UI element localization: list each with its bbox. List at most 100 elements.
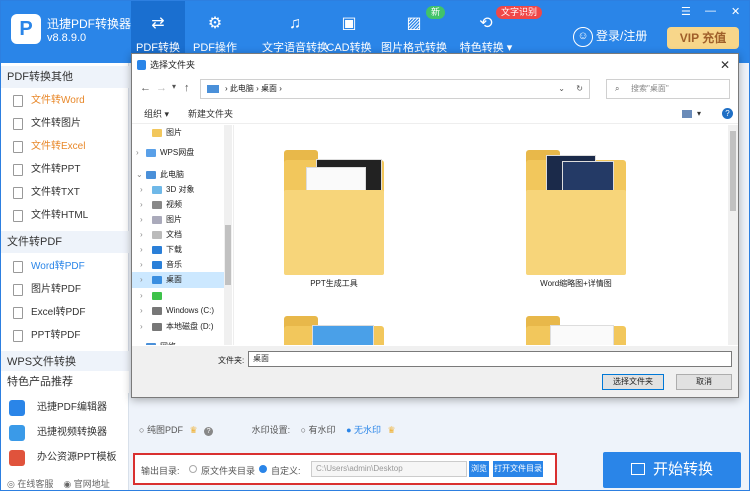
sidebar-item-excel-to-pdf[interactable]: Excel转PDF <box>1 302 129 324</box>
search-placeholder: 搜索"桌面" <box>631 84 669 93</box>
forward-arrow-icon[interactable]: → <box>156 82 167 94</box>
view-options-icon[interactable] <box>682 110 692 118</box>
vip-button[interactable]: VIP 充值 <box>667 27 739 49</box>
no-watermark-radio[interactable]: ● 无水印 <box>346 425 381 435</box>
expand-chevron-icon[interactable]: › <box>140 227 143 243</box>
select-folder-button[interactable]: 选择文件夹 <box>602 374 664 390</box>
collapse-chevron-icon[interactable]: ⌄ <box>136 167 143 183</box>
expand-chevron-icon[interactable]: › <box>140 303 143 319</box>
sidebar-item-file-to-txt[interactable]: 文件转TXT <box>1 182 129 204</box>
view-dropdown-icon[interactable]: ▾ <box>697 104 701 124</box>
app-window: P 迅捷PDF转换器 v8.8.9.0 ⇄ PDF转换 ⚙ PDF操作 ♫ 文字… <box>0 0 750 491</box>
cloud-icon <box>146 149 156 157</box>
address-dropdown-icon[interactable]: ⌄ <box>558 80 565 98</box>
address-bar[interactable]: › 此电脑 › 桌面 › ⌄ ↻ <box>200 79 590 99</box>
sidebar-item-file-to-word[interactable]: 文件转Word <box>1 90 129 112</box>
minimize-icon[interactable]: — <box>705 5 716 17</box>
refresh-icon[interactable]: ↻ <box>576 80 583 98</box>
tree-item-videos[interactable]: › 视频 <box>132 197 232 213</box>
special-convert-icon: ⟲ <box>479 15 493 32</box>
scrollbar-thumb[interactable] <box>225 225 231 285</box>
sidebar: PDF转换其他 文件转Word 文件转图片 文件转Excel 文件转PPT 文件… <box>1 63 129 490</box>
expand-chevron-icon[interactable]: › <box>140 182 143 198</box>
product-ppt-template[interactable]: 办公资源PPT模板 <box>1 447 129 469</box>
tree-item-drive-c[interactable]: › Windows (C:) <box>132 303 232 319</box>
audio-wave-icon: ♫ <box>289 15 301 32</box>
sidebar-item-file-to-image[interactable]: 文件转图片 <box>1 113 129 135</box>
search-input[interactable]: ⌕ 搜索"桌面" <box>606 79 730 99</box>
file-pane-scrollbar[interactable] <box>728 125 738 345</box>
tree-scrollbar[interactable] <box>224 125 232 345</box>
product-video-converter[interactable]: 迅捷视频转换器 <box>1 422 129 444</box>
help-icon[interactable]: ? <box>722 108 733 119</box>
expand-chevron-icon[interactable]: › <box>140 197 143 213</box>
tree-item-app[interactable]: › <box>132 288 232 304</box>
user-icon: ☺ <box>573 27 593 47</box>
tree-item-music[interactable]: › 音乐 <box>132 257 232 273</box>
expand-chevron-icon[interactable]: › <box>140 288 143 304</box>
tree-item-desktop[interactable]: › 桌面 <box>132 272 232 288</box>
expand-chevron-icon[interactable]: › <box>140 257 143 273</box>
tree-item-label: Windows (C:) <box>166 306 215 315</box>
expand-chevron-icon[interactable]: › <box>140 319 143 335</box>
pure-pdf-checkbox[interactable]: ○ 纯图PDF <box>139 425 183 435</box>
tree-item-network[interactable]: › 网络 <box>132 339 232 345</box>
tree-item-3d-objects[interactable]: › 3D 对象 <box>132 182 232 198</box>
document-icon <box>13 141 23 153</box>
expand-chevron-icon[interactable]: › <box>136 339 139 345</box>
folder-item[interactable] <box>526 311 626 345</box>
scrollbar-thumb[interactable] <box>730 131 736 211</box>
up-arrow-icon[interactable]: ↑ <box>184 82 190 94</box>
folder-name-input[interactable]: 桌面 <box>248 351 732 367</box>
expand-chevron-icon[interactable]: › <box>140 272 143 288</box>
customer-service-link[interactable]: ◎ 在线客服 <box>7 479 53 489</box>
close-icon[interactable]: ✕ <box>731 5 740 18</box>
folder-word-thumbnails[interactable]: Ps <box>526 145 626 275</box>
product-label: 迅捷PDF编辑器 <box>37 402 107 413</box>
folder-ppt-tool[interactable] <box>284 145 384 275</box>
original-folder-radio[interactable] <box>189 465 197 473</box>
document-icon <box>13 118 23 130</box>
tree-item-pictures[interactable]: 图片 <box>132 125 232 141</box>
expand-chevron-icon[interactable]: › <box>140 212 143 228</box>
sidebar-item-word-to-pdf[interactable]: Word转PDF <box>1 256 129 278</box>
tree-item-downloads[interactable]: › 下载 <box>132 242 232 258</box>
open-folder-button[interactable]: 打开文件目录 <box>493 461 543 477</box>
start-convert-button[interactable]: 开始转换 <box>603 452 741 488</box>
organize-menu[interactable]: 组织 ▾ <box>144 104 169 124</box>
login-button[interactable]: ☺ 登录/注册 <box>573 27 647 47</box>
output-path-input[interactable]: C:\Users\admin\Desktop <box>311 461 467 477</box>
product-pdf-editor[interactable]: 迅捷PDF编辑器 <box>1 397 129 419</box>
new-folder-button[interactable]: 新建文件夹 <box>188 104 233 124</box>
sidebar-item-file-to-ppt[interactable]: 文件转PPT <box>1 159 129 181</box>
tree-item-label: 此电脑 <box>160 170 184 179</box>
cancel-button[interactable]: 取消 <box>676 374 732 390</box>
tree-item-wps-cloud[interactable]: › WPS网盘 <box>132 145 232 161</box>
help-icon[interactable]: ? <box>204 427 214 436</box>
expand-chevron-icon[interactable]: › <box>136 145 139 161</box>
tree-item-documents[interactable]: › 文档 <box>132 227 232 243</box>
tree-item-pictures-2[interactable]: › 图片 <box>132 212 232 228</box>
recent-chevron-icon[interactable]: ▾ <box>172 82 176 91</box>
with-watermark-radio[interactable]: ○ 有水印 <box>301 425 336 435</box>
product-label: 迅捷视频转换器 <box>37 427 107 438</box>
folder-item[interactable] <box>284 311 384 345</box>
back-arrow-icon[interactable]: ← <box>140 82 151 94</box>
sidebar-item-file-to-html[interactable]: 文件转HTML <box>1 205 129 227</box>
dialog-close-icon[interactable]: ✕ <box>720 54 730 76</box>
sidebar-item-file-to-excel[interactable]: 文件转Excel <box>1 136 129 158</box>
sidebar-section-wps[interactable]: WPS文件转换 <box>1 351 129 373</box>
website-link[interactable]: ◉ 官网地址 <box>63 479 109 489</box>
tree-item-this-pc[interactable]: ⌄ 此电脑 <box>132 167 232 183</box>
custom-folder-radio[interactable] <box>259 465 267 473</box>
expand-chevron-icon[interactable]: › <box>140 242 143 258</box>
pdf-convert-icon: ⇄ <box>151 15 165 32</box>
tree-item-drive-d[interactable]: › 本地磁盘 (D:) <box>132 319 232 335</box>
browse-button[interactable]: 浏览 <box>469 461 489 477</box>
sidebar-item-ppt-to-pdf[interactable]: PPT转PDF <box>1 325 129 347</box>
document-icon <box>13 330 23 342</box>
sidebar-item-image-to-pdf[interactable]: 图片转PDF <box>1 279 129 301</box>
menu-icon[interactable]: ☰ <box>681 5 691 18</box>
sidebar-section-title: PDF转换其他 <box>1 66 129 88</box>
download-icon <box>152 246 162 254</box>
